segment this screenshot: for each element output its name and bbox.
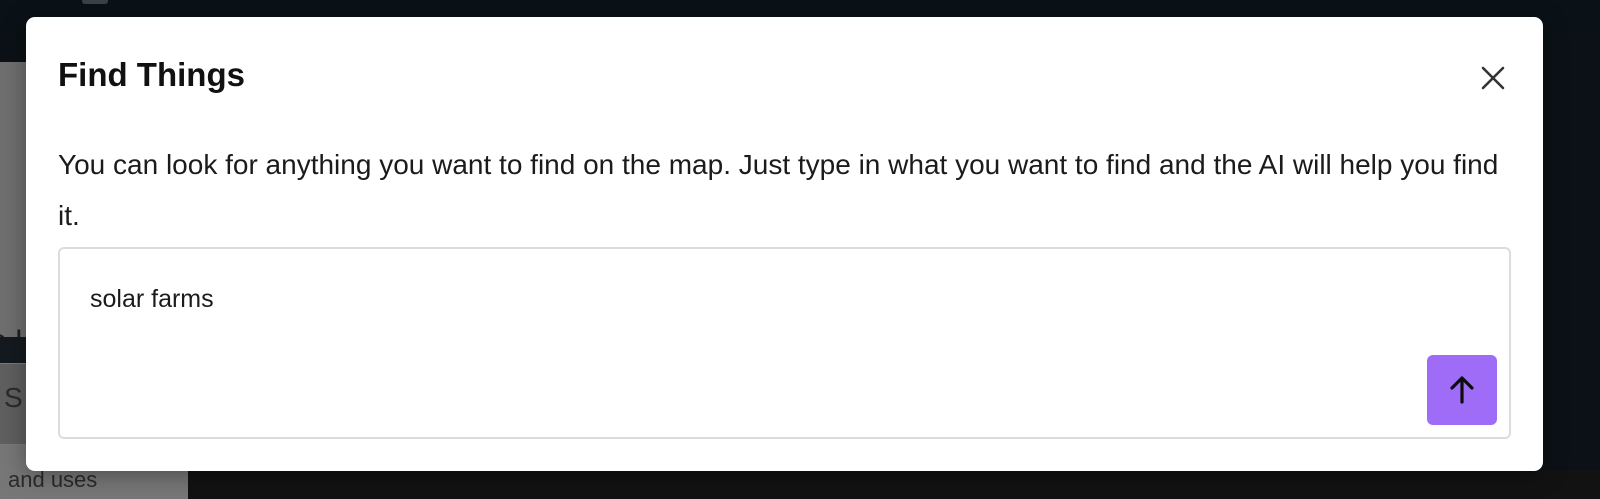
dialog-title: Find Things xyxy=(58,56,245,93)
close-button[interactable] xyxy=(1474,59,1512,97)
background-map xyxy=(188,470,1600,499)
query-box[interactable] xyxy=(58,247,1511,439)
search-query-input[interactable] xyxy=(90,279,1390,319)
close-icon xyxy=(1481,66,1505,90)
submit-button[interactable] xyxy=(1427,355,1497,425)
dialog-description: You can look for anything you want to fi… xyxy=(58,149,1499,231)
app-top-bar-stub xyxy=(82,0,108,4)
find-things-dialog: Find Things You can look for anything yo… xyxy=(26,17,1543,471)
arrow-up-icon xyxy=(1450,376,1474,404)
background-search-text: S xyxy=(4,382,23,413)
